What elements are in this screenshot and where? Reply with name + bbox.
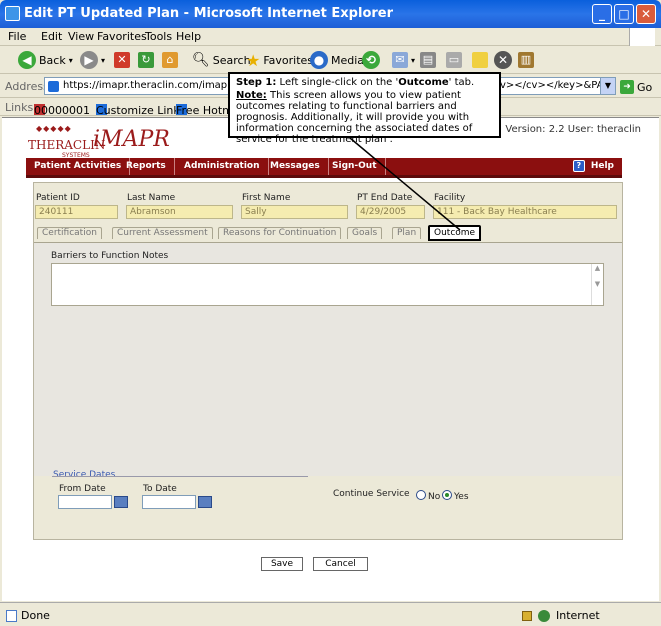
callout-step: Step 1:: [236, 77, 277, 88]
callout-note-label: Note:: [236, 90, 267, 101]
callout-step-end: ' tab.: [448, 77, 475, 88]
lock-icon: [522, 610, 532, 621]
status-text: Done: [21, 609, 50, 622]
internet-zone-icon: [538, 609, 550, 622]
callout-step-target: Outcome: [398, 77, 449, 88]
page-done-icon: [6, 609, 17, 622]
tutorial-callout: Step 1: Left single-click on the 'Outcom…: [228, 72, 501, 145]
zone-label: Internet: [556, 609, 600, 622]
callout-note-text: This screen allows you to view patient o…: [236, 90, 473, 145]
callout-step-text: Left single-click on the ': [276, 77, 399, 88]
status-bar: Done Internet: [0, 602, 661, 626]
